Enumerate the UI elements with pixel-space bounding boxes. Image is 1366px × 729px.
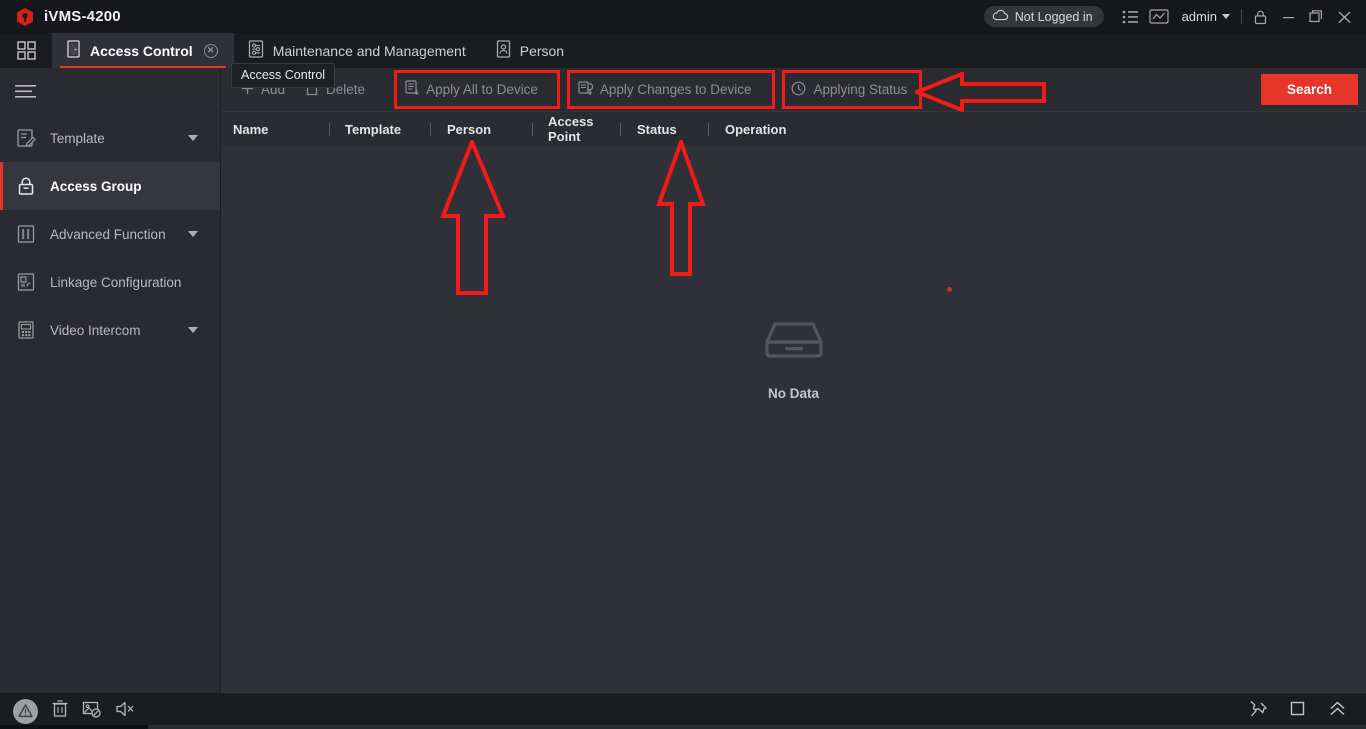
column-label: Name bbox=[233, 121, 269, 137]
login-status-label: Not Logged in bbox=[1014, 9, 1093, 24]
lock-icon[interactable] bbox=[1246, 0, 1274, 33]
lock-group-icon bbox=[15, 175, 37, 197]
titlebar-actions: Not Logged in admin bbox=[983, 0, 1366, 33]
column-header-name[interactable]: Name bbox=[233, 122, 329, 137]
tab-label: Maintenance and Management bbox=[272, 42, 466, 59]
column-header-access-point[interactable]: Access Point bbox=[533, 114, 620, 144]
sidebar-item-label: Access Group bbox=[50, 178, 142, 194]
login-status-button[interactable]: Not Logged in bbox=[983, 6, 1104, 27]
sidebar-item-video-intercom[interactable]: Video Intercom bbox=[0, 306, 220, 354]
empty-state: No Data bbox=[763, 318, 825, 401]
sidebar-item-template[interactable]: Template bbox=[0, 114, 220, 162]
annotation-box-apply-all-to-device bbox=[394, 70, 560, 109]
chevron-double-up-icon[interactable] bbox=[1328, 700, 1347, 723]
table-header: Name Template Person Access Point Status… bbox=[221, 111, 1366, 146]
sidebar-item-label: Advanced Function bbox=[50, 226, 166, 242]
column-header-operation[interactable]: Operation bbox=[709, 122, 786, 137]
sidebar-item-advanced-function[interactable]: Advanced Function bbox=[0, 210, 220, 258]
linkage-icon bbox=[15, 271, 37, 293]
column-label: Person bbox=[447, 121, 492, 137]
template-icon bbox=[15, 127, 37, 149]
column-label: Access Point bbox=[548, 114, 594, 144]
divider bbox=[1241, 9, 1242, 24]
column-header-status[interactable]: Status bbox=[621, 122, 708, 137]
app-logo-icon bbox=[15, 7, 35, 27]
column-header-person[interactable]: Person bbox=[431, 122, 532, 137]
minimize-button[interactable] bbox=[1274, 0, 1302, 33]
cloud-icon bbox=[992, 9, 1009, 24]
grid-apps-icon[interactable] bbox=[0, 33, 52, 68]
advanced-function-icon bbox=[15, 223, 37, 245]
status-bar-left bbox=[0, 698, 136, 724]
tab-label: Person bbox=[519, 42, 565, 59]
column-label: Status bbox=[637, 121, 677, 137]
image-blocked-icon[interactable] bbox=[82, 700, 102, 723]
video-intercom-icon bbox=[15, 319, 37, 341]
sidebar-item-label: Linkage Configuration bbox=[50, 274, 182, 290]
close-button[interactable] bbox=[1330, 0, 1358, 33]
bottom-strip-segment bbox=[148, 725, 1366, 729]
chevron-down-icon[interactable] bbox=[188, 135, 198, 141]
alert-warning-icon[interactable] bbox=[13, 698, 38, 724]
user-name-label: admin bbox=[1181, 9, 1217, 24]
sidebar: Template Access Group Advanced Function bbox=[0, 68, 221, 693]
pin-icon[interactable] bbox=[1249, 700, 1268, 723]
close-circle-icon[interactable]: ✕ bbox=[203, 43, 218, 58]
trash-icon[interactable] bbox=[51, 699, 69, 723]
sidebar-item-linkage-configuration[interactable]: Linkage Configuration bbox=[0, 258, 220, 306]
column-label: Template bbox=[345, 121, 402, 137]
person-card-icon bbox=[496, 40, 511, 61]
status-bar-right bbox=[1249, 700, 1366, 723]
square-icon[interactable] bbox=[1289, 700, 1306, 722]
annotation-dot bbox=[947, 287, 952, 292]
search-button[interactable]: Search bbox=[1261, 74, 1358, 105]
tooltip: Access Control bbox=[231, 63, 336, 88]
status-bar bbox=[0, 693, 1366, 729]
sidebar-item-label: Template bbox=[50, 130, 105, 146]
door-icon bbox=[66, 40, 81, 61]
tab-bar: Access Control ✕ Maintenance and Managem… bbox=[0, 33, 1366, 68]
sidebar-item-access-group[interactable]: Access Group bbox=[0, 162, 220, 210]
maximize-button[interactable] bbox=[1302, 0, 1330, 33]
column-header-template[interactable]: Template bbox=[330, 122, 430, 137]
chart-icon[interactable] bbox=[1145, 0, 1173, 33]
tab-person[interactable]: Person bbox=[482, 33, 580, 68]
column-label: Operation bbox=[725, 121, 787, 137]
speaker-muted-icon[interactable] bbox=[115, 700, 136, 723]
hamburger-icon[interactable] bbox=[0, 68, 220, 114]
app-title: iVMS-4200 bbox=[44, 8, 121, 25]
chevron-down-icon[interactable] bbox=[188, 231, 198, 237]
chevron-down-icon[interactable] bbox=[188, 327, 198, 333]
tab-label: Access Control bbox=[90, 42, 193, 59]
main-panel: Add Delete Apply All to Device Apply Cha… bbox=[221, 68, 1366, 693]
table-body: No Data bbox=[221, 146, 1366, 693]
user-menu[interactable]: admin bbox=[1173, 9, 1237, 24]
empty-state-label: No Data bbox=[767, 385, 819, 401]
chevron-down-icon bbox=[1222, 14, 1230, 19]
tab-access-control[interactable]: Access Control ✕ bbox=[52, 33, 234, 68]
annotation-box-apply-changes-to-device bbox=[567, 70, 775, 109]
title-bar: iVMS-4200 Not Logged in admin bbox=[0, 0, 1366, 33]
maintenance-icon bbox=[248, 40, 264, 61]
sidebar-item-label: Video Intercom bbox=[50, 322, 141, 338]
bottom-strip bbox=[0, 725, 1366, 729]
empty-tray-icon bbox=[763, 318, 825, 367]
annotation-box-applying-status bbox=[782, 70, 922, 109]
list-icon[interactable] bbox=[1117, 0, 1145, 33]
